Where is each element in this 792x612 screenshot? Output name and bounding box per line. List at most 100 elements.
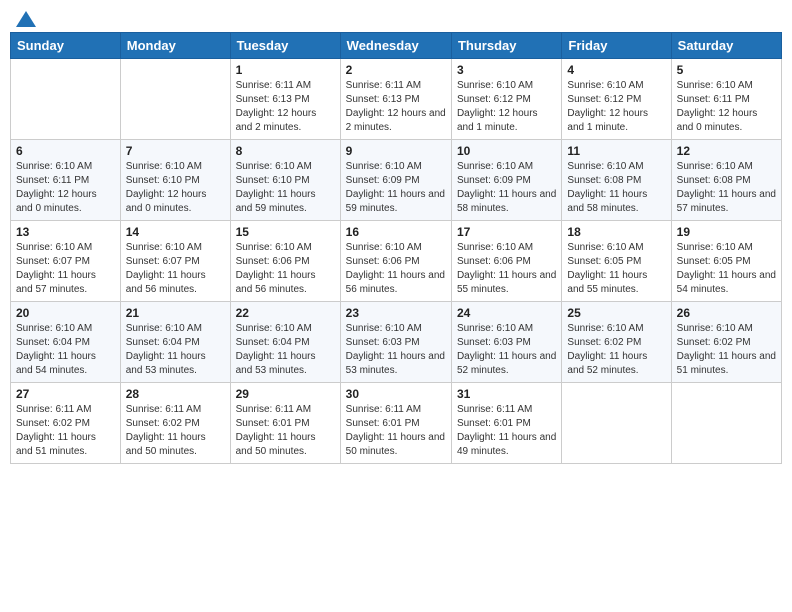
day-number: 5: [677, 63, 776, 77]
logo: [14, 10, 38, 24]
calendar-cell: 18 Sunrise: 6:10 AM Sunset: 6:05 PM Dayli…: [562, 221, 671, 302]
calendar-cell: 3 Sunrise: 6:10 AM Sunset: 6:12 PM Daylig…: [451, 59, 561, 140]
calendar-cell: 24Sunrise: 6:10 AM Sunset: 6:03 PM Dayli…: [451, 302, 561, 383]
day-number: 11: [567, 144, 665, 158]
calendar-week-row: 6 Sunrise: 6:10 AM Sunset: 6:11 PM Daylig…: [11, 140, 782, 221]
calendar-cell: 13 Sunrise: 6:10 AM Sunset: 6:07 PM Dayli…: [11, 221, 121, 302]
calendar-body: 1 Sunrise: 6:11 AM Sunset: 6:13 PM Daylig…: [11, 59, 782, 464]
calendar-week-row: 13 Sunrise: 6:10 AM Sunset: 6:07 PM Dayli…: [11, 221, 782, 302]
day-info: Sunrise: 6:10 AM Sunset: 6:10 PM Dayligh…: [236, 160, 335, 216]
day-info: Sunrise: 6:10 AM Sunset: 6:09 PM Dayligh…: [346, 160, 446, 216]
day-info: Sunrise: 6:10 AM Sunset: 6:04 PM Dayligh…: [126, 322, 225, 378]
day-info: Sunrise: 6:10 AM Sunset: 6:11 PM Dayligh…: [16, 160, 115, 216]
day-number: 27: [16, 387, 115, 401]
day-number: 4: [567, 63, 665, 77]
calendar-cell: 27 Sunrise: 6:11 AM Sunset: 6:02 PM Dayli…: [11, 383, 121, 464]
day-number: 9: [346, 144, 446, 158]
day-number: 22: [236, 306, 335, 320]
day-number: 15: [236, 225, 335, 239]
day-info: Sunrise: 6:10 AM Sunset: 6:05 PM Dayligh…: [567, 241, 665, 297]
day-number: 18: [567, 225, 665, 239]
calendar-week-row: 27 Sunrise: 6:11 AM Sunset: 6:02 PM Dayli…: [11, 383, 782, 464]
day-info: Sunrise: 6:10 AM Sunset: 6:09 PM Dayligh…: [457, 160, 556, 216]
calendar-cell: 23Sunrise: 6:10 AM Sunset: 6:03 PM Dayli…: [340, 302, 451, 383]
day-number: 1: [236, 63, 335, 77]
weekday-header: Friday: [562, 33, 671, 59]
day-number: 23: [346, 306, 446, 320]
day-info: Sunrise: 6:10 AM Sunset: 6:04 PM Dayligh…: [16, 322, 115, 378]
day-info: Sunrise: 6:11 AM Sunset: 6:02 PM Dayligh…: [126, 403, 225, 459]
weekday-header: Sunday: [11, 33, 121, 59]
day-number: 17: [457, 225, 556, 239]
calendar-cell: 11Sunrise: 6:10 AM Sunset: 6:08 PM Dayli…: [562, 140, 671, 221]
day-info: Sunrise: 6:10 AM Sunset: 6:06 PM Dayligh…: [457, 241, 556, 297]
calendar-cell: 15 Sunrise: 6:10 AM Sunset: 6:06 PM Dayli…: [230, 221, 340, 302]
calendar-cell: 2 Sunrise: 6:11 AM Sunset: 6:13 PM Daylig…: [340, 59, 451, 140]
day-info: Sunrise: 6:10 AM Sunset: 6:11 PM Dayligh…: [677, 79, 776, 135]
calendar-cell: 25 Sunrise: 6:10 AM Sunset: 6:02 PM Dayli…: [562, 302, 671, 383]
weekday-header: Thursday: [451, 33, 561, 59]
day-number: 13: [16, 225, 115, 239]
day-number: 2: [346, 63, 446, 77]
calendar-cell: 19 Sunrise: 6:10 AM Sunset: 6:05 PM Dayli…: [671, 221, 781, 302]
calendar-cell: 12Sunrise: 6:10 AM Sunset: 6:08 PM Dayli…: [671, 140, 781, 221]
day-number: 24: [457, 306, 556, 320]
calendar-cell: 26Sunrise: 6:10 AM Sunset: 6:02 PM Dayli…: [671, 302, 781, 383]
calendar-cell: [562, 383, 671, 464]
day-info: Sunrise: 6:11 AM Sunset: 6:02 PM Dayligh…: [16, 403, 115, 459]
day-number: 19: [677, 225, 776, 239]
day-number: 10: [457, 144, 556, 158]
day-info: Sunrise: 6:10 AM Sunset: 6:12 PM Dayligh…: [457, 79, 556, 135]
calendar-week-row: 1 Sunrise: 6:11 AM Sunset: 6:13 PM Daylig…: [11, 59, 782, 140]
day-number: 25: [567, 306, 665, 320]
calendar-cell: 28 Sunrise: 6:11 AM Sunset: 6:02 PM Dayli…: [120, 383, 230, 464]
day-number: 6: [16, 144, 115, 158]
calendar-cell: 16Sunrise: 6:10 AM Sunset: 6:06 PM Dayli…: [340, 221, 451, 302]
day-info: Sunrise: 6:10 AM Sunset: 6:02 PM Dayligh…: [567, 322, 665, 378]
calendar-cell: [120, 59, 230, 140]
day-info: Sunrise: 6:10 AM Sunset: 6:08 PM Dayligh…: [677, 160, 776, 216]
calendar-cell: 21Sunrise: 6:10 AM Sunset: 6:04 PM Dayli…: [120, 302, 230, 383]
day-info: Sunrise: 6:11 AM Sunset: 6:13 PM Dayligh…: [346, 79, 446, 135]
day-number: 3: [457, 63, 556, 77]
calendar-cell: [11, 59, 121, 140]
day-info: Sunrise: 6:11 AM Sunset: 6:01 PM Dayligh…: [346, 403, 446, 459]
calendar-cell: 29 Sunrise: 6:11 AM Sunset: 6:01 PM Dayli…: [230, 383, 340, 464]
day-info: Sunrise: 6:10 AM Sunset: 6:07 PM Dayligh…: [16, 241, 115, 297]
day-info: Sunrise: 6:10 AM Sunset: 6:06 PM Dayligh…: [236, 241, 335, 297]
calendar-cell: 20 Sunrise: 6:10 AM Sunset: 6:04 PM Dayli…: [11, 302, 121, 383]
calendar-cell: 30 Sunrise: 6:11 AM Sunset: 6:01 PM Dayli…: [340, 383, 451, 464]
day-number: 16: [346, 225, 446, 239]
calendar-cell: 10 Sunrise: 6:10 AM Sunset: 6:09 PM Dayli…: [451, 140, 561, 221]
weekday-header: Saturday: [671, 33, 781, 59]
day-number: 30: [346, 387, 446, 401]
day-info: Sunrise: 6:10 AM Sunset: 6:02 PM Dayligh…: [677, 322, 776, 378]
calendar-cell: 31Sunrise: 6:11 AM Sunset: 6:01 PM Dayli…: [451, 383, 561, 464]
calendar-cell: 6 Sunrise: 6:10 AM Sunset: 6:11 PM Daylig…: [11, 140, 121, 221]
day-info: Sunrise: 6:10 AM Sunset: 6:05 PM Dayligh…: [677, 241, 776, 297]
calendar-table: SundayMondayTuesdayWednesdayThursdayFrid…: [10, 32, 782, 464]
day-info: Sunrise: 6:11 AM Sunset: 6:13 PM Dayligh…: [236, 79, 335, 135]
day-info: Sunrise: 6:10 AM Sunset: 6:07 PM Dayligh…: [126, 241, 225, 297]
day-info: Sunrise: 6:10 AM Sunset: 6:12 PM Dayligh…: [567, 79, 665, 135]
day-info: Sunrise: 6:11 AM Sunset: 6:01 PM Dayligh…: [457, 403, 556, 459]
page-header: [10, 10, 782, 24]
calendar-cell: 14 Sunrise: 6:10 AM Sunset: 6:07 PM Dayli…: [120, 221, 230, 302]
day-number: 8: [236, 144, 335, 158]
calendar-cell: 7Sunrise: 6:10 AM Sunset: 6:10 PM Daylig…: [120, 140, 230, 221]
day-number: 14: [126, 225, 225, 239]
calendar-cell: 17 Sunrise: 6:10 AM Sunset: 6:06 PM Dayli…: [451, 221, 561, 302]
calendar-header-row: SundayMondayTuesdayWednesdayThursdayFrid…: [11, 33, 782, 59]
day-number: 28: [126, 387, 225, 401]
calendar-cell: 9 Sunrise: 6:10 AM Sunset: 6:09 PM Daylig…: [340, 140, 451, 221]
weekday-header: Monday: [120, 33, 230, 59]
day-info: Sunrise: 6:10 AM Sunset: 6:04 PM Dayligh…: [236, 322, 335, 378]
day-number: 20: [16, 306, 115, 320]
weekday-header: Tuesday: [230, 33, 340, 59]
logo-icon: [15, 10, 37, 28]
day-info: Sunrise: 6:11 AM Sunset: 6:01 PM Dayligh…: [236, 403, 335, 459]
calendar-cell: 4 Sunrise: 6:10 AM Sunset: 6:12 PM Daylig…: [562, 59, 671, 140]
day-number: 29: [236, 387, 335, 401]
calendar-week-row: 20 Sunrise: 6:10 AM Sunset: 6:04 PM Dayli…: [11, 302, 782, 383]
calendar-cell: [671, 383, 781, 464]
